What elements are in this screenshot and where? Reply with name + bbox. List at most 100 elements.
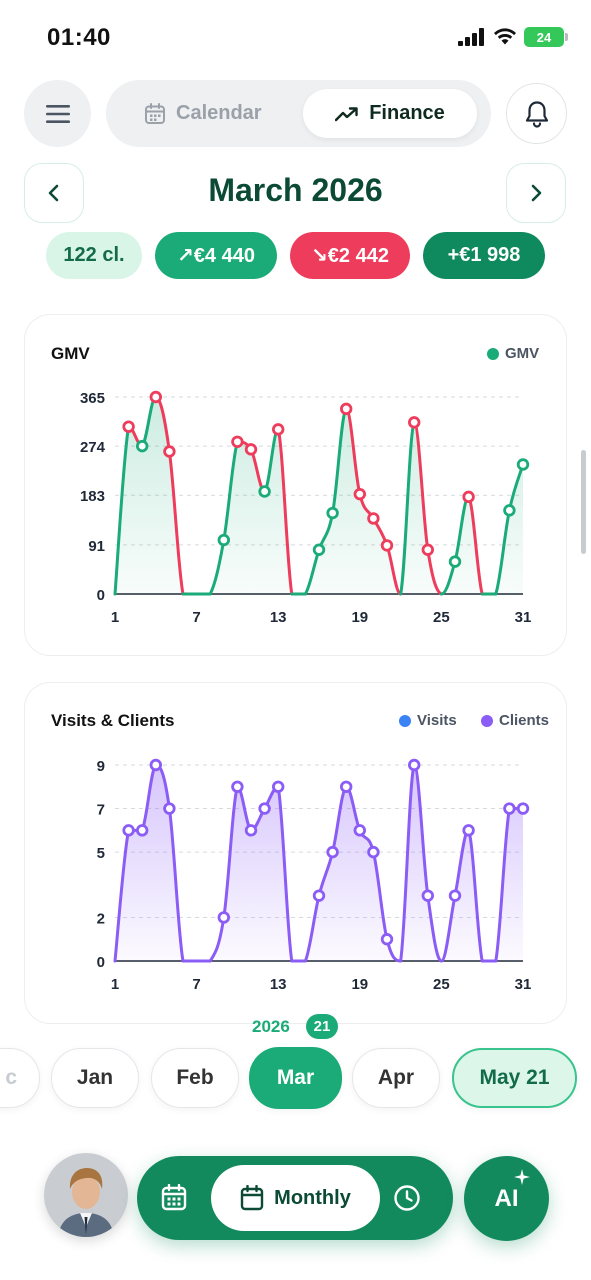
tab-calendar-label: Calendar	[176, 102, 262, 124]
month-chip-mar[interactable]: Mar	[249, 1047, 342, 1109]
data-point[interactable]	[271, 780, 285, 793]
y-tick-label: 274	[80, 439, 106, 456]
data-point[interactable]	[135, 824, 149, 837]
x-tick-label: 13	[270, 609, 287, 626]
data-point[interactable]	[258, 485, 271, 498]
month-chip-jan[interactable]: Jan	[51, 1048, 139, 1108]
data-point[interactable]	[367, 845, 380, 859]
data-point[interactable]	[340, 402, 353, 416]
month-chip-apr[interactable]: Apr	[352, 1048, 440, 1108]
net-profit-badge: +€1 998	[423, 232, 545, 279]
month-chip-dec[interactable]: c	[0, 1048, 40, 1108]
month-chip-feb[interactable]: Feb	[151, 1048, 239, 1108]
data-point[interactable]	[462, 824, 475, 837]
data-point[interactable]	[326, 506, 339, 520]
data-point[interactable]	[408, 416, 421, 429]
data-point[interactable]	[163, 445, 176, 458]
avatar[interactable]	[44, 1153, 128, 1237]
data-point[interactable]	[408, 758, 421, 772]
data-point[interactable]	[503, 504, 516, 517]
trending-up-icon	[335, 106, 358, 121]
data-point[interactable]	[122, 824, 135, 837]
x-tick-label: 25	[433, 976, 450, 993]
data-point[interactable]	[163, 802, 176, 815]
status-time: 01:40	[47, 24, 111, 51]
next-month-button[interactable]	[506, 163, 566, 223]
y-tick-label: 5	[97, 845, 105, 862]
data-point[interactable]	[340, 780, 353, 793]
tab-finance-label: Finance	[369, 102, 445, 124]
tab-calendar[interactable]: Calendar	[144, 80, 262, 147]
tab-finance[interactable]: Finance	[303, 89, 477, 138]
y-tick-label: 9	[97, 758, 105, 775]
data-point[interactable]	[367, 512, 380, 525]
data-point[interactable]	[448, 889, 462, 902]
x-tick-label: 13	[270, 976, 287, 993]
bell-icon	[525, 100, 548, 128]
data-point[interactable]	[149, 390, 163, 404]
data-point[interactable]	[149, 758, 163, 772]
data-point[interactable]	[516, 802, 530, 815]
data-point[interactable]	[503, 802, 516, 815]
y-tick-label: 7	[97, 802, 105, 819]
data-point[interactable]	[244, 443, 258, 456]
x-tick-label: 31	[515, 609, 532, 626]
data-point[interactable]	[217, 911, 231, 924]
data-point[interactable]	[271, 423, 285, 436]
x-tick-label: 31	[515, 976, 532, 993]
battery-icon: 24	[524, 27, 568, 47]
data-point[interactable]	[217, 533, 231, 547]
history-button[interactable]	[393, 1184, 421, 1217]
expenses-badge: ↘€2 442	[290, 232, 410, 279]
data-point[interactable]	[353, 487, 367, 501]
y-tick-label: 0	[97, 587, 105, 604]
data-point[interactable]	[135, 439, 149, 453]
year-label: 2026	[252, 1017, 290, 1036]
data-point[interactable]	[258, 802, 271, 815]
chevron-right-icon	[531, 184, 542, 202]
sparkle-icon	[514, 1169, 530, 1185]
data-point[interactable]	[231, 780, 244, 793]
calendar-icon	[240, 1185, 264, 1211]
data-point[interactable]	[421, 543, 435, 556]
data-point[interactable]	[448, 555, 462, 568]
data-point[interactable]	[380, 539, 394, 552]
notifications-button[interactable]	[506, 83, 567, 144]
data-point[interactable]	[312, 543, 326, 556]
calendar-view-button[interactable]	[161, 1183, 187, 1217]
month-chip-may[interactable]: May 21	[452, 1048, 577, 1108]
x-tick-label: 1	[111, 609, 119, 626]
data-point[interactable]	[353, 824, 367, 837]
y-tick-label: 91	[88, 538, 105, 555]
user-avatar-image	[44, 1153, 128, 1237]
hamburger-icon	[45, 104, 70, 123]
x-tick-label: 19	[351, 976, 368, 993]
gmv-chart-card: GMV GMV 0 91 183 274 365 1 7 13 19 25 31	[24, 314, 567, 656]
data-point[interactable]	[516, 458, 530, 471]
data-point[interactable]	[312, 889, 326, 902]
wifi-icon	[494, 28, 516, 45]
menu-button[interactable]	[24, 80, 91, 147]
x-tick-label: 19	[351, 609, 368, 626]
data-point[interactable]	[326, 845, 339, 859]
calendar-icon	[145, 102, 165, 124]
page-title: March 2026	[208, 172, 383, 208]
data-point[interactable]	[380, 933, 394, 946]
scrollbar[interactable]	[581, 450, 586, 554]
x-tick-label: 1	[111, 976, 119, 993]
monthly-view-button[interactable]: Monthly	[211, 1165, 380, 1231]
x-tick-label: 25	[433, 609, 450, 626]
view-switcher: Calendar Finance	[106, 80, 491, 147]
y-tick-label: 2	[97, 910, 105, 927]
data-point[interactable]	[231, 435, 244, 448]
data-point[interactable]	[421, 889, 435, 902]
data-point[interactable]	[244, 824, 258, 837]
visits-clients-chart-card: Visits & Clients Visits Clients 02579171…	[24, 682, 567, 1024]
calendar-grid-icon	[161, 1183, 187, 1211]
data-point[interactable]	[122, 420, 135, 433]
visits-clients-chart: 025791 7 13 19 25 31	[97, 758, 532, 993]
year-count-badge: 21	[306, 1014, 338, 1039]
data-point[interactable]	[462, 490, 475, 504]
ai-assistant-button[interactable]: AI	[464, 1156, 549, 1241]
clients-count-badge: 122 cl.	[46, 232, 142, 279]
